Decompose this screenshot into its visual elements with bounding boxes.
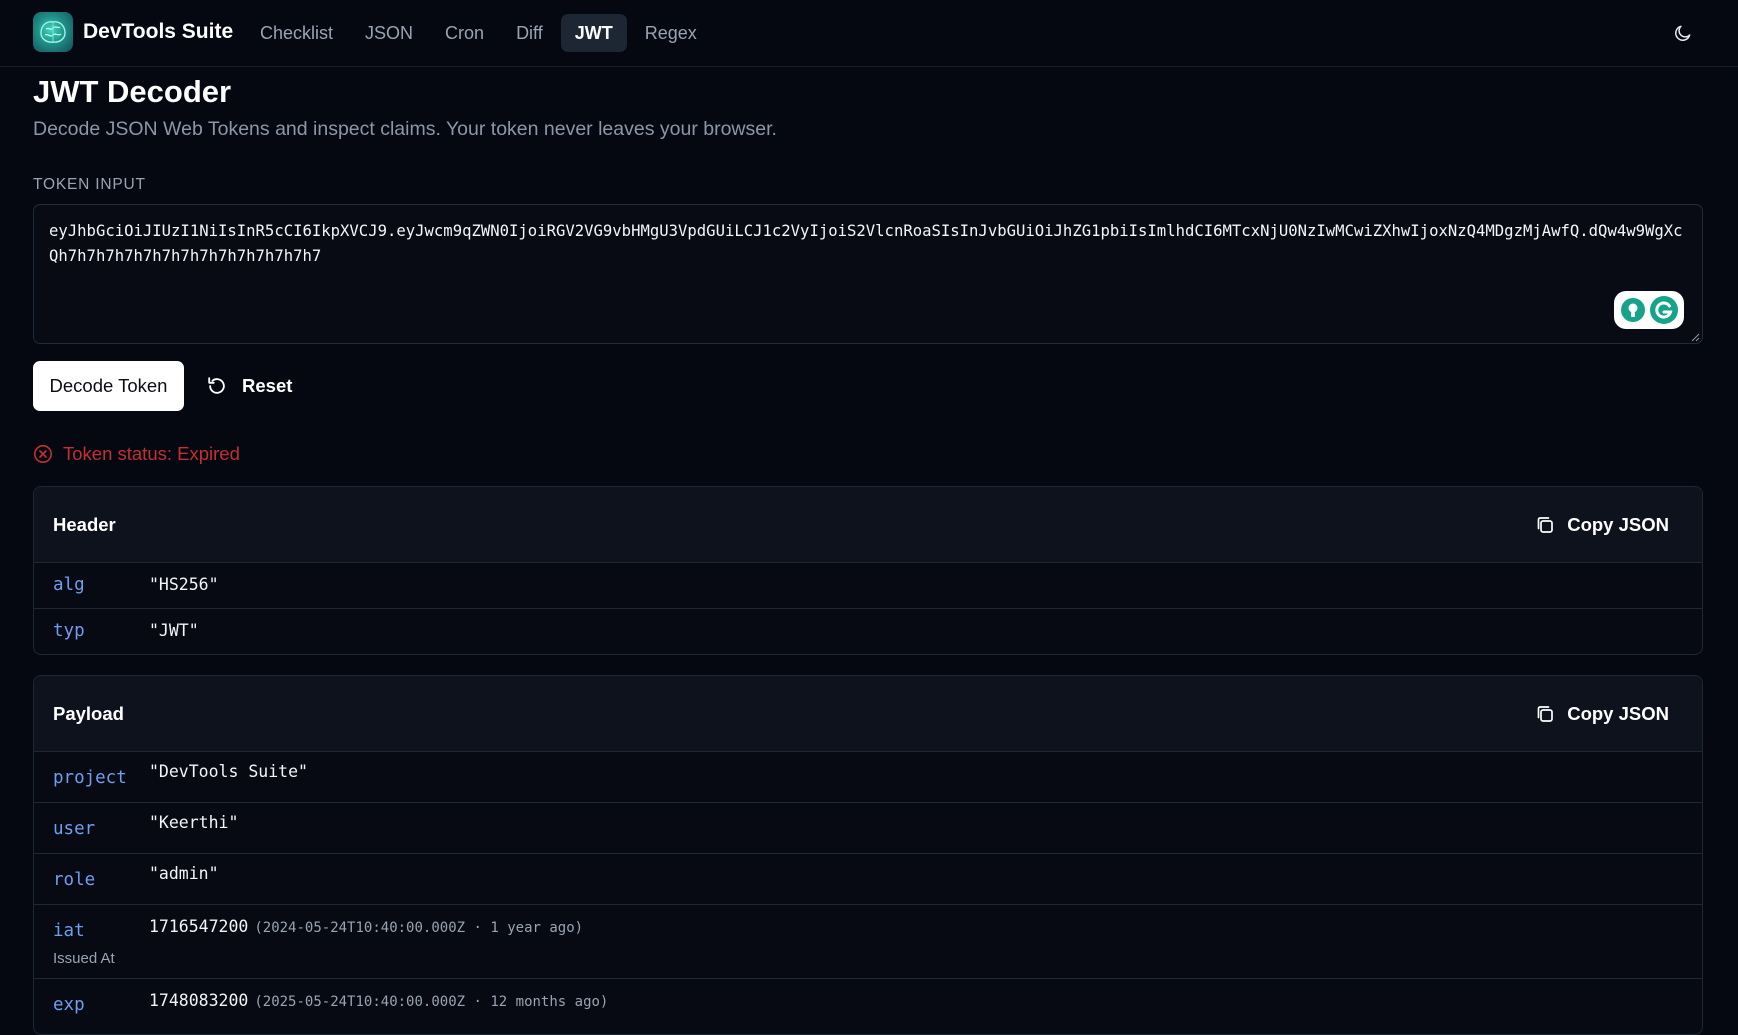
- token-status: Token status: Expired: [33, 443, 240, 465]
- nav-tab-diff[interactable]: Diff: [502, 14, 557, 52]
- token-status-text: Token status: Expired: [63, 443, 240, 464]
- lightbulb-icon: [1620, 298, 1645, 322]
- brain-logo-icon: [40, 21, 66, 43]
- claim-value: "admin": [149, 864, 219, 883]
- nav-tab-regex[interactable]: Regex: [631, 14, 711, 52]
- header-card: Header Copy JSON alg "HS256" typ "JWT": [33, 486, 1703, 655]
- grammarly-g-icon: [1649, 296, 1678, 324]
- claim-sublabel: Issued At: [53, 950, 115, 967]
- payload-card: Payload Copy JSON project "DevTools Suit…: [33, 675, 1703, 1035]
- reset-button[interactable]: Reset: [206, 368, 292, 404]
- copy-json-label: Copy JSON: [1567, 702, 1669, 724]
- header-row-typ: typ "JWT": [34, 609, 1702, 654]
- token-input-label: TOKEN INPUT: [33, 176, 146, 193]
- claim-value-group: 1748083200 (2025-05-24T10:40:00.000Z · 12…: [149, 991, 608, 1010]
- payload-card-title: Payload: [53, 702, 124, 724]
- moon-icon: [1675, 25, 1691, 41]
- header-card-head: Header Copy JSON: [34, 487, 1702, 563]
- claim-key: typ: [53, 621, 85, 641]
- copy-header-json-button[interactable]: Copy JSON: [1535, 514, 1669, 536]
- decode-token-button[interactable]: Decode Token: [33, 361, 184, 411]
- claim-timestamp-note: (2024-05-24T10:40:00.000Z · 1 year ago): [254, 920, 584, 936]
- claim-key: role: [53, 870, 96, 890]
- claim-value: 1716547200: [149, 917, 249, 936]
- reset-icon: [208, 377, 225, 394]
- claim-timestamp-note: (2025-05-24T10:40:00.000Z · 12 months ag…: [254, 994, 609, 1010]
- app-logo[interactable]: [33, 12, 73, 52]
- claim-value: "JWT": [149, 621, 199, 640]
- claim-value-group: 1716547200 (2024-05-24T10:40:00.000Z · 1 …: [149, 917, 583, 936]
- circle-x-icon: [34, 445, 52, 463]
- payload-row-role: role "admin": [34, 854, 1702, 905]
- top-navigation-bar: DevTools Suite Checklist JSON Cron Diff …: [0, 0, 1738, 67]
- payload-row-exp: exp 1748083200 (2025-05-24T10:40:00.000Z …: [34, 979, 1702, 1034]
- reset-label: Reset: [242, 375, 293, 396]
- header-row-alg: alg "HS256": [34, 563, 1702, 609]
- main-nav: Checklist JSON Cron Diff JWT Regex: [246, 14, 715, 52]
- claim-value: "DevTools Suite": [149, 762, 308, 781]
- claim-value: 1748083200: [149, 991, 249, 1010]
- nav-tab-checklist[interactable]: Checklist: [246, 14, 347, 52]
- page-title: JWT Decoder: [33, 74, 232, 109]
- claim-key: alg: [53, 575, 85, 595]
- theme-toggle-button[interactable]: [1668, 18, 1698, 48]
- claim-value: "Keerthi": [149, 813, 239, 832]
- copy-payload-json-button[interactable]: Copy JSON: [1535, 703, 1669, 725]
- copy-json-label: Copy JSON: [1567, 513, 1669, 535]
- copy-icon: [1537, 516, 1554, 533]
- nav-tab-cron[interactable]: Cron: [431, 14, 498, 52]
- claim-value: "HS256": [149, 575, 219, 594]
- copy-icon: [1537, 705, 1554, 722]
- header-card-title: Header: [53, 513, 116, 535]
- nav-tab-jwt[interactable]: JWT: [560, 14, 627, 52]
- nav-tab-json[interactable]: JSON: [351, 14, 427, 52]
- claim-key: project: [53, 768, 127, 788]
- token-input-textarea[interactable]: eyJhbGciOiJIUzI1NiIsInR5cCI6IkpXVCJ9.eyJ…: [33, 204, 1703, 344]
- payload-row-user: user "Keerthi": [34, 803, 1702, 854]
- claim-key: exp: [53, 995, 85, 1015]
- payload-card-head: Payload Copy JSON: [34, 676, 1702, 752]
- brand-name[interactable]: DevTools Suite: [83, 20, 233, 44]
- payload-row-iat: iat Issued At 1716547200 (2024-05-24T10:4…: [34, 905, 1702, 979]
- grammarly-widget[interactable]: [1614, 291, 1684, 329]
- claim-key: iat: [53, 921, 85, 941]
- payload-row-project: project "DevTools Suite": [34, 752, 1702, 803]
- claim-key: user: [53, 819, 96, 839]
- page-subtitle: Decode JSON Web Tokens and inspect claim…: [33, 118, 777, 140]
- resize-grip-icon[interactable]: [1690, 332, 1700, 342]
